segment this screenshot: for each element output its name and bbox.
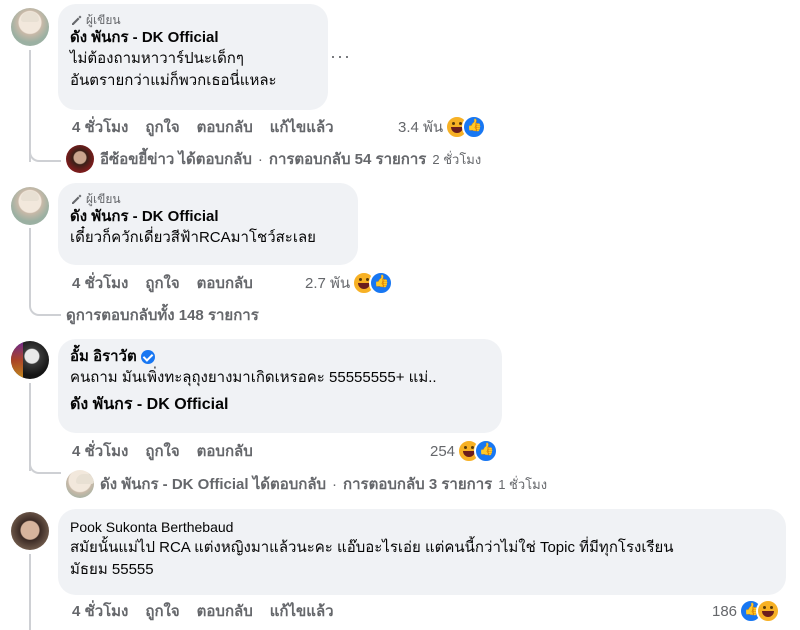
reaction-count[interactable]: 254 (430, 439, 499, 463)
author-badge-label: ผู้เขียน (86, 191, 121, 206)
reply-button[interactable]: ตอบกลับ (197, 599, 253, 623)
edited-label: แก้ไขแล้ว (269, 119, 334, 136)
thread-line (29, 50, 31, 162)
comment-actions: 4 ชั่วโมง ถูกใจ ตอบกลับ แก้ไขแล้ว (72, 116, 351, 138)
reply-count: การตอบกลับ 54 รายการ (268, 151, 427, 168)
like-reaction-icon (462, 115, 487, 139)
reply-count: การตอบกลับ 3 รายการ (343, 476, 493, 493)
like-button[interactable]: ถูกใจ (145, 599, 179, 623)
comment-author[interactable]: Pook Sukonta Berthebaud (70, 517, 774, 537)
comment-time[interactable]: 4 ชั่วโมง (72, 271, 128, 295)
comment-bubble: อั้ม อิราวัต คนถาม มันเพิ่งทะลุถุงยางมาเ… (58, 339, 502, 433)
avatar[interactable] (11, 341, 49, 379)
comment-author-label: อั้ม อิราวัต (70, 348, 137, 365)
author-badge: ผู้เขียน (70, 12, 316, 28)
mention-tag[interactable]: ดัง พันกร - DK Official (70, 395, 490, 415)
reply-time: 1 ชั่วโมง (498, 476, 548, 492)
edited-label: แก้ไขแล้ว (269, 603, 334, 620)
comment-actions: 4 ชั่วโมง ถูกใจ ตอบกลับ (72, 440, 270, 462)
reply-connector (29, 228, 61, 316)
comment-text: อันตรายกว่าแม่ก็พวกเธอนี่แหละ (70, 72, 277, 89)
reply-summary[interactable]: ดัง พันกร - DK Official ได้ตอบกลับ · การ… (66, 470, 548, 498)
reply-button[interactable]: ตอบกลับ (197, 439, 253, 463)
avatar[interactable] (11, 8, 49, 46)
view-replies-link[interactable]: ดูการตอบกลับทั้ง 148 รายการ (66, 302, 259, 328)
comment-text: คนถาม มันเพิ่งทะลุถุงยางมาเกิดเหรอคะ 555… (70, 369, 437, 386)
comment-time[interactable]: 4 ชั่วโมง (72, 115, 128, 139)
separator: · (257, 150, 263, 168)
reply-connector (29, 148, 61, 162)
comment-text: สมัยนั้นแม่ไป RCA แต่งหญิงมาแล้วนะคะ แอ๊… (70, 539, 674, 556)
haha-icon (756, 599, 781, 623)
comment-text: มัธยม 55555 (70, 561, 154, 578)
verified-badge-icon (140, 350, 155, 364)
avatar (66, 145, 94, 173)
more-options-icon[interactable]: ··· (330, 46, 351, 67)
reply-names: ดัง พันกร - DK Official ได้ตอบกลับ (100, 476, 327, 493)
reply-time: 2 ชั่วโมง (432, 151, 482, 167)
reaction-count[interactable]: 186 (712, 599, 781, 623)
view-replies-label: ดูการตอบกลับทั้ง 148 รายการ (66, 307, 259, 324)
avatar[interactable] (11, 512, 49, 550)
comment-time[interactable]: 4 ชั่วโมง (72, 599, 128, 623)
like-button[interactable]: ถูกใจ (145, 271, 179, 295)
pencil-icon (72, 15, 82, 25)
reaction-count-label: 2.7 พัน (305, 275, 351, 292)
reply-names: อีซ้อขยี้ข่าว ได้ตอบกลับ (100, 151, 252, 168)
comment-text: เดี๋ยวก็ควักเดี่ยวสีฟ้าRCAมาโชว์สะเลย (70, 229, 316, 246)
reaction-count-label: 3.4 พัน (398, 119, 444, 136)
comment-bubble: ผู้เขียน ดัง พันกร - DK Official เดี๋ยวก… (58, 183, 358, 265)
like-button[interactable]: ถูกใจ (145, 115, 179, 139)
reply-connector (29, 460, 61, 474)
thread-line (29, 554, 31, 630)
separator: · (332, 475, 338, 493)
pencil-icon (72, 194, 82, 204)
reaction-count[interactable]: 2.7 พัน (305, 271, 394, 295)
thread-line (29, 383, 31, 471)
comment-bubble: Pook Sukonta Berthebaud สมัยนั้นแม่ไป RC… (58, 509, 786, 595)
avatar[interactable] (11, 187, 49, 225)
reply-summary[interactable]: อีซ้อขยี้ข่าว ได้ตอบกลับ · การตอบกลับ 54… (66, 145, 482, 173)
comment-bubble: ผู้เขียน ดัง พันกร - DK Official ไม่ต้อง… (58, 4, 328, 110)
comment-author[interactable]: ดัง พันกร - DK Official (70, 28, 316, 48)
comment-author[interactable]: ดัง พันกร - DK Official (70, 207, 346, 227)
avatar (66, 470, 94, 498)
comment-author[interactable]: อั้ม อิราวัต (70, 347, 490, 367)
author-badge: ผู้เขียน (70, 191, 346, 207)
reaction-count[interactable]: 3.4 พัน (398, 115, 487, 139)
reaction-count-label: 186 (712, 602, 738, 620)
like-reaction-icon (369, 271, 394, 295)
reply-button[interactable]: ตอบกลับ (197, 115, 253, 139)
like-reaction-icon (474, 439, 499, 463)
comment-text: ไม่ต้องถามหาวาร์ปนะเด็กๆ (70, 50, 244, 67)
comment-actions: 4 ชั่วโมง ถูกใจ ตอบกลับ (72, 272, 270, 294)
comment-actions: 4 ชั่วโมง ถูกใจ ตอบกลับ แก้ไขแล้ว (72, 600, 351, 622)
comment-time[interactable]: 4 ชั่วโมง (72, 439, 128, 463)
author-badge-label: ผู้เขียน (86, 12, 121, 27)
like-button[interactable]: ถูกใจ (145, 439, 179, 463)
reply-button[interactable]: ตอบกลับ (197, 271, 253, 295)
reaction-count-label: 254 (430, 442, 456, 460)
